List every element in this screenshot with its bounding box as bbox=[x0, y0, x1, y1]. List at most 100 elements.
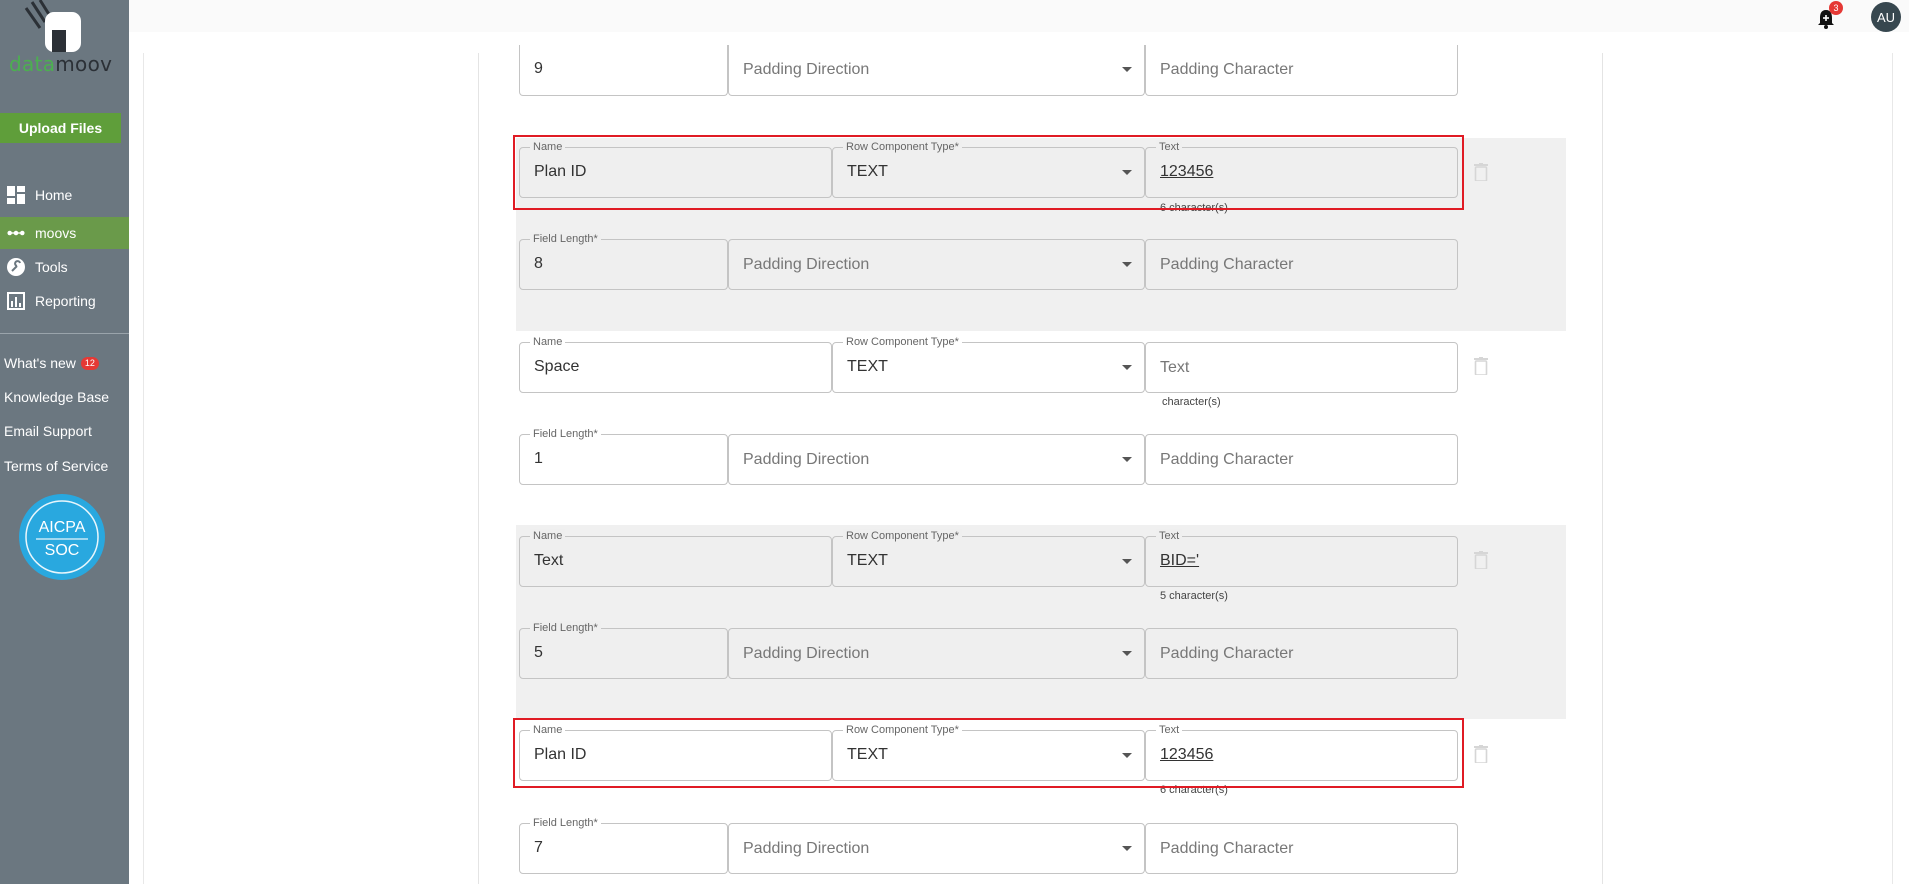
padding-direction-placeholder: Padding Direction bbox=[743, 840, 870, 857]
padding-character-placeholder: Padding Character bbox=[1160, 256, 1294, 273]
padding-direction-placeholder: Padding Direction bbox=[743, 256, 870, 273]
row-component-type-value: TEXT bbox=[847, 552, 888, 569]
link-terms-of-service-label: Terms of Service bbox=[4, 458, 109, 474]
padding-character-input[interactable]: Padding Character bbox=[1145, 239, 1458, 290]
text-placeholder: Text bbox=[1160, 359, 1190, 376]
name-input[interactable]: Name Space bbox=[519, 335, 832, 393]
chevron-down-icon bbox=[1122, 67, 1132, 72]
brand-logo[interactable]: datamoov bbox=[0, 0, 129, 80]
padding-direction-select[interactable]: Padding Direction bbox=[728, 239, 1145, 290]
chevron-down-icon bbox=[1122, 262, 1132, 267]
nav-label-home: Home bbox=[35, 187, 73, 203]
text-input[interactable]: Text bbox=[1145, 342, 1458, 393]
padding-character-placeholder: Padding Character bbox=[1160, 840, 1294, 857]
padding-direction-select[interactable]: Padding Direction bbox=[728, 434, 1145, 485]
field-length-value: 7 bbox=[534, 839, 543, 856]
padding-character-input[interactable]: Padding Character bbox=[1145, 434, 1458, 485]
field-length-label: Field Length* bbox=[530, 816, 601, 830]
name-input[interactable]: Name Text bbox=[519, 529, 832, 587]
field-length-input[interactable]: Field Length* 7 bbox=[519, 816, 728, 874]
link-knowledge-base[interactable]: Knowledge Base bbox=[4, 389, 109, 405]
name-value: Text bbox=[534, 552, 564, 569]
link-whats-new-label: What's new bbox=[4, 355, 76, 371]
link-terms-of-service[interactable]: Terms of Service bbox=[4, 458, 108, 474]
row-component-type-select[interactable]: Row Component Type* TEXT bbox=[832, 529, 1145, 587]
aicpa-text: AICPA bbox=[39, 519, 86, 536]
field-length-value: 1 bbox=[534, 450, 543, 467]
field-length-label: Field Length* bbox=[530, 232, 601, 246]
name-label: Name bbox=[530, 335, 566, 349]
padding-character-placeholder: Padding Character bbox=[1160, 61, 1294, 78]
nav-label-reporting: Reporting bbox=[35, 293, 96, 309]
delete-row-icon[interactable] bbox=[1474, 745, 1488, 764]
field-length-value: 5 bbox=[534, 644, 543, 661]
row-component-type-label: Row Component Type* bbox=[843, 529, 962, 543]
nav-label-tools: Tools bbox=[35, 259, 68, 275]
padding-character-input[interactable]: Padding Character bbox=[1145, 823, 1458, 874]
brand-part-1: data bbox=[9, 52, 56, 76]
field-length-input[interactable]: Field Length* 5 bbox=[519, 621, 728, 679]
text-label: Text bbox=[1156, 529, 1183, 543]
padding-direction-placeholder: Padding Direction bbox=[743, 451, 870, 468]
padding-character-input[interactable]: Padding Character bbox=[1145, 628, 1458, 679]
dashboard-icon bbox=[7, 186, 25, 204]
brand-part-2: moov bbox=[55, 52, 113, 76]
field-length-input[interactable]: Field Length* 8 bbox=[519, 232, 728, 290]
text-input[interactable]: Text BID=' bbox=[1145, 529, 1458, 587]
character-count: 5 character(s) bbox=[1160, 590, 1228, 602]
name-value: Space bbox=[534, 358, 580, 375]
padding-direction-select[interactable]: Padding Direction bbox=[728, 45, 1145, 96]
padding-character-placeholder: Padding Character bbox=[1160, 451, 1294, 468]
nav-item-home[interactable]: Home bbox=[0, 179, 129, 211]
row-component-type-select[interactable]: Row Component Type* TEXT bbox=[832, 335, 1145, 393]
user-avatar[interactable]: AU bbox=[1871, 2, 1901, 32]
delete-row-icon[interactable] bbox=[1474, 163, 1488, 182]
padding-character-placeholder: Padding Character bbox=[1160, 645, 1294, 662]
whats-new-badge: 12 bbox=[80, 356, 99, 370]
upload-files-button[interactable]: Upload Files bbox=[0, 113, 121, 143]
sidebar: datamoov Upload Files Home moovs Tools R… bbox=[0, 0, 129, 884]
field-length-label: Field Length* bbox=[530, 621, 601, 635]
padding-direction-select[interactable]: Padding Direction bbox=[728, 628, 1145, 679]
padding-character-input[interactable]: Padding Character bbox=[1145, 45, 1458, 96]
delete-row-icon[interactable] bbox=[1474, 551, 1488, 570]
chevron-down-icon bbox=[1122, 846, 1132, 851]
delete-row-icon[interactable] bbox=[1474, 357, 1488, 376]
aicpa-soc-seal: AICPA SOC bbox=[18, 493, 106, 581]
highlight-box bbox=[513, 718, 1464, 788]
field-length-input[interactable]: Field Length* 1 bbox=[519, 427, 728, 485]
padding-direction-select[interactable]: Padding Direction bbox=[728, 823, 1145, 874]
nav-label-moovs: moovs bbox=[35, 225, 77, 241]
padding-direction-placeholder: Padding Direction bbox=[743, 61, 870, 78]
field-length-value: 9 bbox=[534, 60, 543, 77]
top-bar bbox=[129, 0, 1909, 32]
notification-badge: 3 bbox=[1829, 1, 1843, 15]
link-email-support-label: Email Support bbox=[4, 423, 92, 439]
link-knowledge-base-label: Knowledge Base bbox=[4, 389, 110, 405]
padding-direction-placeholder: Padding Direction bbox=[743, 645, 870, 662]
row-component-type-label: Row Component Type* bbox=[843, 335, 962, 349]
dots-icon bbox=[7, 224, 25, 242]
chevron-down-icon bbox=[1122, 365, 1132, 370]
sidebar-divider bbox=[0, 333, 129, 334]
nav-item-reporting[interactable]: Reporting bbox=[0, 285, 129, 317]
link-email-support[interactable]: Email Support bbox=[4, 423, 92, 439]
field-length-value: 8 bbox=[534, 255, 543, 272]
app-root: datamoov Upload Files Home moovs Tools R… bbox=[0, 0, 1909, 891]
chevron-down-icon bbox=[1122, 559, 1132, 564]
brand-wordmark: datamoov bbox=[9, 52, 112, 76]
text-value: BID=' bbox=[1160, 552, 1200, 569]
wrench-icon bbox=[7, 258, 25, 276]
row-component-type-value: TEXT bbox=[847, 358, 888, 375]
chevron-down-icon bbox=[1122, 457, 1132, 462]
field-length-input[interactable]: 9 bbox=[519, 45, 728, 96]
nav-item-moovs[interactable]: moovs bbox=[0, 217, 129, 249]
name-label: Name bbox=[530, 529, 566, 543]
field-length-label: Field Length* bbox=[530, 427, 601, 441]
nav-item-tools[interactable]: Tools bbox=[0, 251, 129, 283]
soc-text: SOC bbox=[45, 542, 80, 559]
link-whats-new[interactable]: What's new 12 bbox=[4, 355, 99, 371]
chevron-down-icon bbox=[1122, 651, 1132, 656]
character-count: character(s) bbox=[1162, 396, 1221, 408]
highlight-box bbox=[513, 135, 1464, 210]
